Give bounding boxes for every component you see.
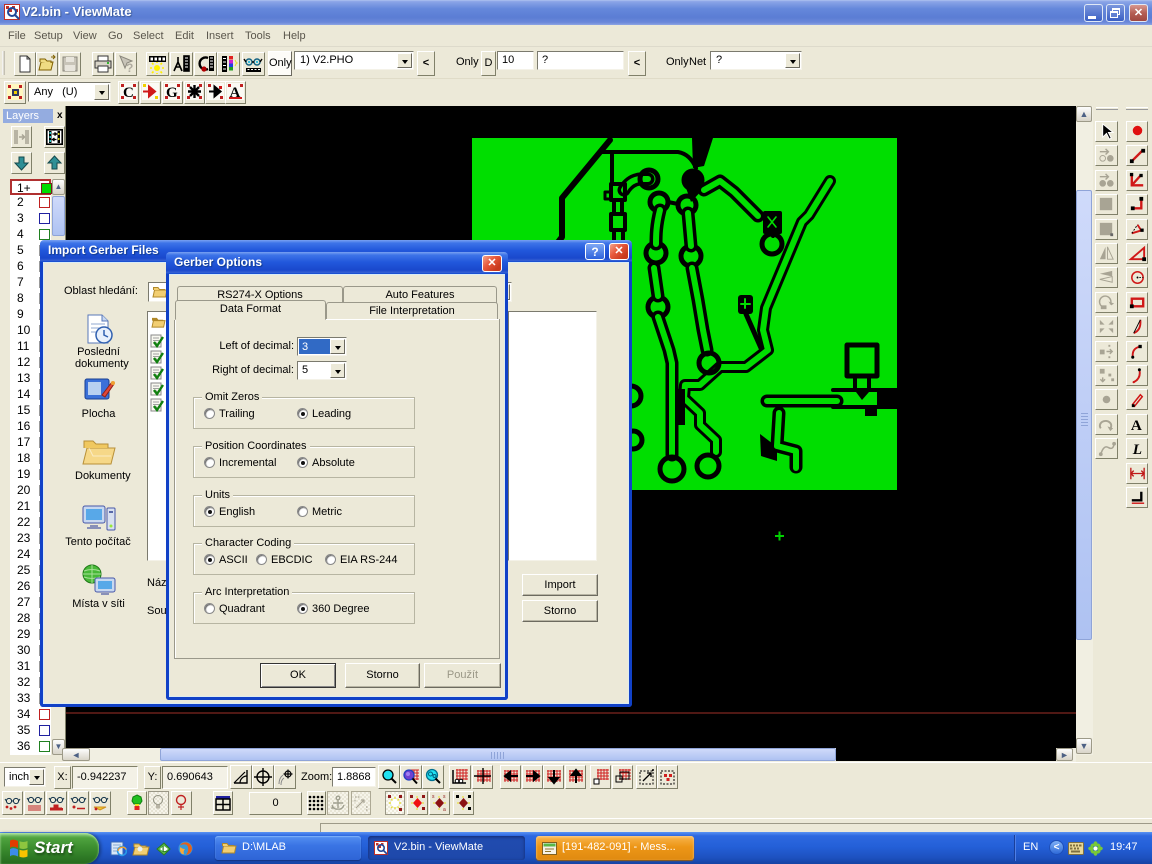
svg-text:a: a [443,807,446,812]
svg-text:G: G [166,85,178,101]
svg-text:A: A [1131,417,1142,434]
svg-text:L: L [1132,441,1142,458]
svg-text:s: s [443,794,446,800]
svg-text:C: C [123,85,134,101]
svg-text:L: L [162,845,167,854]
svg-text:s: s [432,794,435,800]
svg-text:?: ? [126,61,133,74]
